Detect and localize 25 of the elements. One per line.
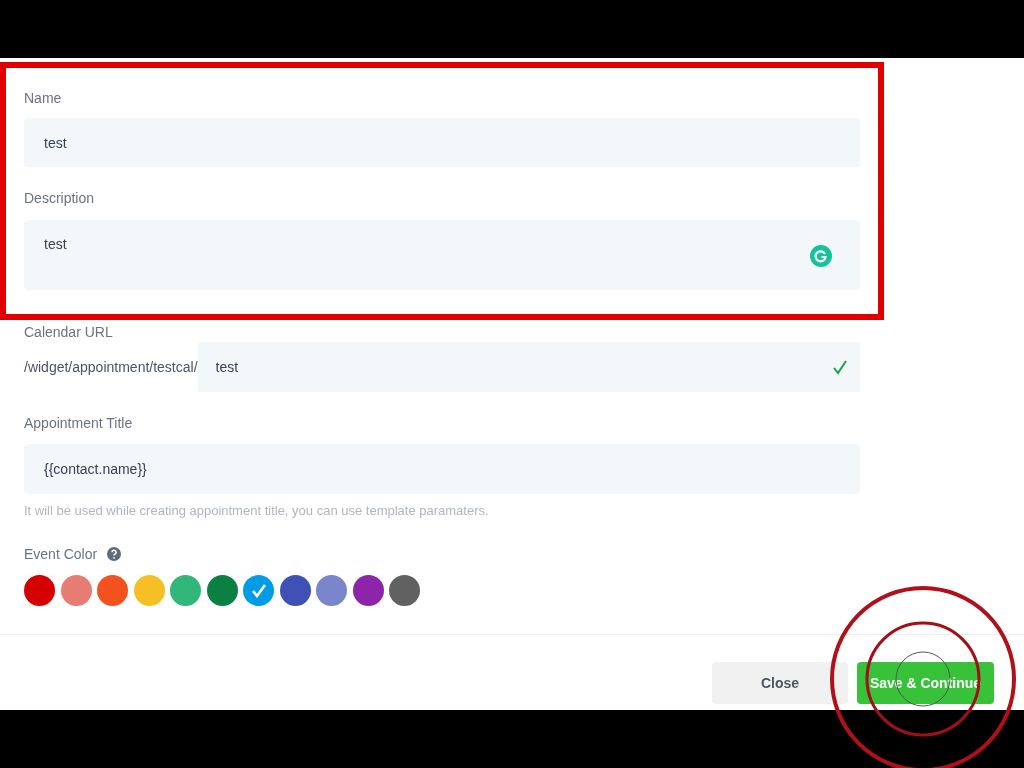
field-label: Name (24, 89, 62, 108)
color-swatch[interactable] (243, 575, 274, 606)
field-label: Calendar URL (24, 323, 113, 342)
color-swatch[interactable] (24, 575, 55, 606)
title-input[interactable]: {{contact.name}} (24, 444, 860, 494)
close-button[interactable]: Close (712, 662, 848, 704)
description-textarea[interactable]: test (24, 220, 860, 290)
color-swatch[interactable] (389, 575, 420, 606)
color-swatch[interactable] (60, 575, 92, 606)
field-label: Description (24, 189, 95, 208)
color-swatch[interactable] (133, 575, 165, 606)
color-swatch[interactable] (279, 575, 311, 606)
color-swatch[interactable] (97, 575, 128, 606)
name-input[interactable]: test (24, 118, 860, 167)
field-label: Appointment Title (24, 414, 133, 433)
color-swatch[interactable] (170, 575, 201, 606)
color-swatch[interactable] (316, 575, 347, 606)
color-swatch[interactable] (352, 575, 384, 606)
check-icon (250, 583, 267, 598)
color-swatch[interactable] (206, 575, 238, 606)
grammar-assistant-icon[interactable] (810, 245, 832, 267)
hint-text: It will be used while creating appointment title, you can use template paramaters. (24, 502, 489, 520)
url-input[interactable]: test (197, 342, 820, 392)
help-icon[interactable] (107, 547, 122, 561)
field-label: Event Color (24, 545, 98, 564)
